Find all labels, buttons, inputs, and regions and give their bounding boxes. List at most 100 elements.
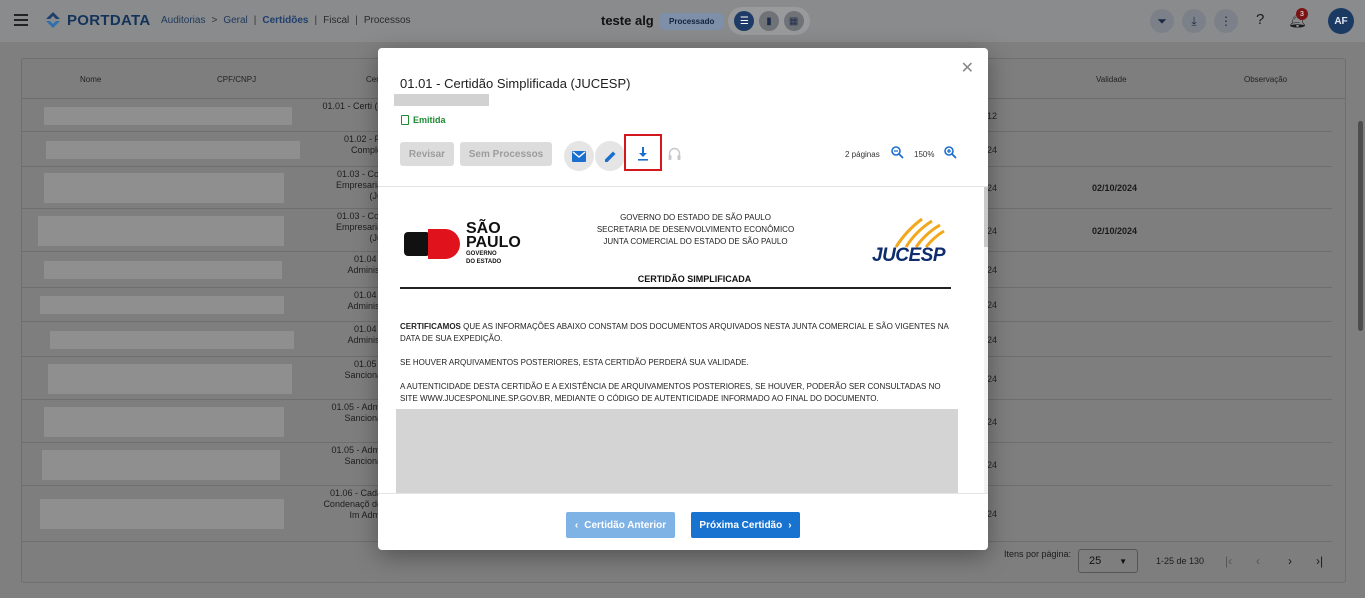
document-icon [401,115,409,125]
jucesp-logo: JUCESP [872,217,947,267]
more-vert-icon[interactable]: ⋮ [1214,9,1238,33]
redacted-name [50,331,294,349]
breadcrumb: Auditorias > Geral | Certidões | Fiscal … [161,15,411,26]
certidao-cell: 01.02 - Fi Comple [343,134,382,155]
grid-view-icon[interactable]: ▦ [783,11,804,31]
table-scrollbar[interactable] [1358,121,1363,331]
certidao-cell: 01.04 - Administ [347,290,382,311]
sem-processos-button[interactable]: Sem Processos [460,142,552,166]
breadcrumb-certidoes[interactable]: Certidões [262,15,308,26]
certidao-cell: 01.04 - Administ [347,324,382,345]
map-view-icon[interactable]: ▮ [758,11,779,31]
validade-cell: 02/10/2024 [1092,226,1138,236]
status-emitida-label: Emitida [413,115,446,125]
certidao-cell: 01.04 - Administ [347,254,382,275]
date-cell: 24 [987,417,998,427]
column-header-nome[interactable]: Nome [80,75,101,84]
portdata-logo-icon [44,11,62,29]
date-cell: 24 [987,374,998,384]
close-icon[interactable]: ✕ [961,58,974,78]
redacted-name [46,141,300,159]
last-page-icon[interactable]: ›| [1316,554,1323,568]
zoom-out-icon[interactable] [891,146,904,162]
zoom-level: 150% [914,150,935,159]
column-header-cpf-cnpj[interactable]: CPF/CNPJ [217,75,256,84]
mail-icon [572,150,586,162]
certidao-cell: 01.05 - Admi Sanciona [331,445,382,466]
header-line: GOVERNO DO ESTADO DE SÃO PAULO [620,213,771,222]
dropdown-arrow-icon: ▼ [1119,557,1127,566]
email-button[interactable] [564,141,594,171]
download-icon [638,147,648,161]
items-per-page-value: 25 [1089,555,1102,567]
breadcrumb-auditorias[interactable]: Auditorias [161,15,205,26]
edit-button[interactable] [595,141,625,171]
items-per-page-label: Itens por página: [1004,549,1072,559]
modal-title: 01.01 - Certidão Simplificada (JUCESP) [400,76,631,91]
certidao-cell: 01.03 - Cor Empresaria (Ju [335,169,382,201]
download-icon[interactable]: ⤓ [1182,9,1206,33]
paragraph-autenticidade: A AUTENTICIDADE DESTA CERTIDÃO E A EXIST… [400,382,941,403]
breadcrumb-processos[interactable]: Processos [364,15,411,26]
previous-page-icon[interactable]: ‹ [1256,554,1260,568]
download-pdf-button[interactable] [633,142,653,166]
next-certidao-button[interactable]: Próxima Certidão › [691,512,800,538]
user-avatar[interactable]: AF [1328,8,1354,34]
document-viewer[interactable]: SÃO PAULO GOVERNO DO ESTADO GOVERNO DO E… [378,187,984,493]
items-per-page-select[interactable]: 25 ▼ [1078,549,1138,573]
sp-logo-line3: GOVERNO [466,251,497,257]
certidao-cell: 01.06 - Cada Condenaçõ de Im Admi [323,488,382,520]
certidao-cell: 01.03 - Cor Empresaria (Ju [335,211,382,243]
chevron-right-icon: › [788,519,792,531]
date-cell: 24 [987,183,998,193]
document-scrollbar[interactable] [984,187,988,493]
revisar-button[interactable]: Revisar [400,142,454,166]
help-icon[interactable]: ? [1256,11,1264,28]
breadcrumb-geral[interactable]: Geral [223,15,247,26]
document-header: GOVERNO DO ESTADO DE SÃO PAULO SECRETARI… [548,212,843,248]
list-view-icon[interactable]: ☰ [734,11,755,31]
previous-certidao-button[interactable]: ‹ Certidão Anterior [566,512,675,538]
first-page-icon[interactable]: |‹ [1225,554,1232,568]
date-cell: 24 [987,509,998,519]
sao-paulo-governo-logo: SÃO PAULO GOVERNO DO ESTADO [404,221,521,266]
headset-icon[interactable] [668,147,681,164]
paragraph-certificamos: CERTIFICAMOS QUE AS INFORMAÇÕES ABAIXO C… [400,321,960,345]
pagination-range: 1-25 de 130 [1156,556,1205,566]
date-cell: 24 [987,460,998,470]
breadcrumb-separator: | [355,15,358,26]
hamburger-menu-icon[interactable] [14,14,28,26]
redacted-name [44,407,284,437]
sp-logo-line4: DO ESTADO [466,259,502,265]
date-cell: 24 [987,335,998,345]
app-logo[interactable]: PORTDATA [44,11,151,29]
brand-name: PORTDATA [67,11,151,29]
breadcrumb-fiscal[interactable]: Fiscal [323,15,349,26]
zoom-in-icon[interactable] [944,146,957,162]
date-cell: 24 [987,265,998,275]
paragraph-validade: SE HOUVER ARQUIVAMENTOS POSTERIORES, EST… [400,358,749,367]
certidao-modal: ✕ 01.01 - Certidão Simplificada (JUCESP)… [378,48,988,550]
next-page-icon[interactable]: › [1288,554,1292,568]
project-name: teste alg [601,13,654,28]
redacted-name [40,499,284,529]
filter-icon[interactable]: ⏷ [1150,9,1174,33]
redacted-name [44,173,284,203]
redacted-name [44,261,282,279]
pencil-icon [604,151,615,162]
redacted-name [38,216,284,246]
title-rule [400,287,951,289]
next-certidao-label: Próxima Certidão [699,519,783,531]
project-status-badge: Processado [660,13,724,30]
certidao-cell: 01.05 - Admi Sanciona [331,402,382,423]
column-header-certidao[interactable]: Cer [366,75,379,84]
column-header-observacao[interactable]: Observação [1244,75,1287,84]
page-count: 2 páginas [845,150,880,159]
notification-count-badge: 3 [1296,8,1308,20]
sp-logo-mark [404,229,460,259]
column-header-validade[interactable]: Validade [1096,75,1127,84]
scrollbar-thumb[interactable] [984,187,988,247]
document-title: CERTIDÃO SIMPLIFICADA [637,274,752,284]
status-emitida: Emitida [401,115,446,125]
date-cell: 12 [987,111,998,121]
